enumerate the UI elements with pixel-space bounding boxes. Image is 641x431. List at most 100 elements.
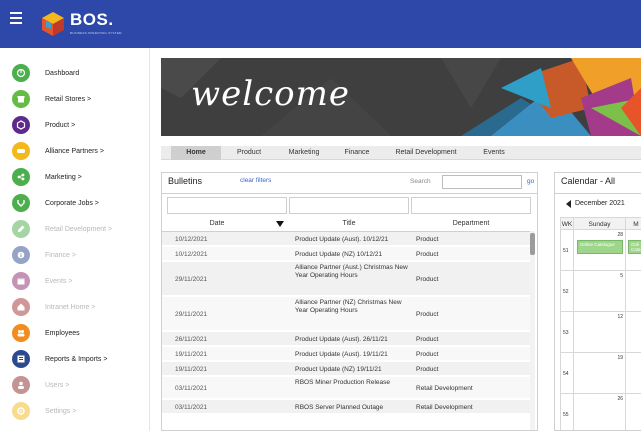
tab-events[interactable]: Events [475,146,513,160]
row-date: 26/11/2021 [175,335,208,343]
sidebar-item-reports[interactable]: Reports & Imports > [0,348,150,370]
calendar-week-number: 54 [560,353,573,394]
sidebar-item-marketing[interactable]: Marketing > [0,166,150,188]
sidebar-item-label: Settings > [45,407,77,415]
calendar-day-cell[interactable]: Onli Cata [625,230,641,271]
table-row[interactable]: 26/11/2021 Product Update (Aust). 26/11/2… [162,332,530,346]
sidebar-item-label: Users > [45,381,70,389]
calendar-day-cell[interactable] [625,271,641,312]
department-filter[interactable] [411,197,531,214]
sort-desc-icon[interactable] [276,221,284,227]
table-row[interactable]: 29/11/2021 Alliance Partner (NZ) Christma… [162,297,530,331]
sidebar-item-users[interactable]: Users > [0,374,150,396]
row-title: Product Update (Aust). 19/11/21 [295,350,388,358]
sidebar-item-development[interactable]: Retail Development > [0,218,150,240]
marketing-icon [12,168,30,186]
row-title: Product Update (NZ) 10/12/21 [295,250,383,258]
date-filter[interactable] [167,197,287,214]
table-row[interactable]: 10/12/2021 Product Update (NZ) 10/12/21 Pr… [162,247,530,261]
go-button[interactable]: go [527,178,534,185]
tab-home[interactable]: Home [171,146,221,160]
sidebar-item-employees[interactable]: Employees [0,322,150,344]
welcome-banner: welcome [161,58,641,136]
calendar-header-monday: M [625,217,641,230]
logo-text: BOS. [70,10,114,29]
calendar-day-cell[interactable]: 26 [573,394,625,430]
week-number-label: 51 [563,247,569,254]
calendar-week-number: 51 [560,230,573,271]
search-input[interactable] [442,175,522,189]
tab-bar: Home Product Marketing Finance Retail De… [161,146,641,160]
scrollbar-track[interactable] [530,231,535,430]
sidebar-item-dashboard[interactable]: Dashboard [0,62,150,84]
row-date: 29/11/2021 [175,275,208,283]
bulletins-panel: Bulletins clear filters Search go Date T… [161,172,538,431]
calendar-event[interactable]: Onli Cata [628,240,641,254]
row-title: Product Update (Aust). 26/11/21 [295,335,388,343]
title-filter[interactable] [289,197,409,214]
calendar-day-cell[interactable]: 19 [573,353,625,394]
row-title: RBOS Miner Production Release [295,379,391,386]
top-bar: BOS. BUSINESS OPERATING SYSTEM [0,0,641,48]
sidebar-item-intranet[interactable]: Intranet Home > [0,296,150,318]
sidebar-item-label: Marketing > [45,173,82,181]
calendar-day-cell[interactable]: 5 [573,271,625,312]
table-row[interactable]: 19/11/2021 Product Update (NZ) 19/11/21 Pr… [162,362,530,376]
tab-product[interactable]: Product [227,146,271,160]
column-header-title[interactable]: Title [289,217,409,231]
clear-filters-link[interactable]: clear filters [240,177,271,184]
development-icon [12,220,30,238]
logo[interactable]: BOS. BUSINESS OPERATING SYSTEM [40,10,140,40]
dashboard-icon [12,64,30,82]
sidebar-item-label: Finance > [45,251,76,259]
sidebar-item-label: Employees [45,329,80,337]
scrollbar-thumb[interactable] [530,233,535,255]
table-row[interactable]: 29/11/2021 Alliance Partner (Aust.) Chris… [162,262,530,296]
table-row[interactable]: 03/11/2021 RBOS Miner Production Release R… [162,377,530,399]
calendar-day-cell[interactable] [625,394,641,430]
sidebar-item-label: Dashboard [45,69,80,77]
calendar-day-cell[interactable] [625,312,641,353]
previous-month-icon[interactable] [566,200,571,208]
menu-icon[interactable] [10,12,22,24]
calendar-event[interactable]: Online Catalogue [577,240,623,254]
logo-cube-icon [42,12,64,36]
users-icon [12,376,30,394]
tab-retail-development[interactable]: Retail Development [387,146,465,160]
day-number: 26 [617,396,623,402]
row-department: Product [416,335,439,343]
row-title: RBOS Server Planned Outage [295,403,384,411]
reports-icon [12,350,30,368]
calendar-week-number: 55 [560,394,573,430]
calendar-month: December 2021 [575,200,625,207]
row-title: Product Update (Aust). 10/12/21 [295,235,389,243]
divider [555,193,641,194]
sidebar-item-jobs[interactable]: Corporate Jobs > [0,192,150,214]
calendar-day-cell[interactable]: 28 Online Catalogue [573,230,625,271]
sidebar-item-store[interactable]: Retail Stores > [0,88,150,110]
tab-finance[interactable]: Finance [337,146,377,160]
sidebar-item-settings[interactable]: Settings > [0,400,150,422]
week-number-label: 54 [563,370,569,377]
search-label: Search [410,178,431,185]
intranet-icon [12,298,30,316]
table-row[interactable]: 10/12/2021 Product Update (Aust). 10/12/2… [162,232,530,246]
row-date: 29/11/2021 [175,310,208,318]
calendar-header-week: WK [560,217,574,230]
table-row[interactable]: 19/11/2021 Product Update (Aust). 19/11/2… [162,347,530,361]
calendar-day-cell[interactable]: 12 [573,312,625,353]
sidebar-item-label: Product > [45,121,76,129]
sidebar-item-finance[interactable]: $ Finance > [0,244,150,266]
row-date: 19/11/2021 [175,365,208,373]
calendar-day-cell[interactable] [625,353,641,394]
sidebar-item-label: Retail Stores > [45,95,92,103]
sidebar-item-product[interactable]: Product > [0,114,150,136]
sidebar-item-events[interactable]: Events > [0,270,150,292]
tab-marketing[interactable]: Marketing [279,146,329,160]
week-number-label: 53 [563,329,569,336]
row-date: 10/12/2021 [175,250,208,258]
column-header-date[interactable]: Date [167,217,267,231]
sidebar-item-partners[interactable]: Alliance Partners > [0,140,150,162]
table-row[interactable]: 03/11/2021 RBOS Server Planned Outage Reta… [162,400,530,414]
column-header-department[interactable]: Department [411,217,531,231]
